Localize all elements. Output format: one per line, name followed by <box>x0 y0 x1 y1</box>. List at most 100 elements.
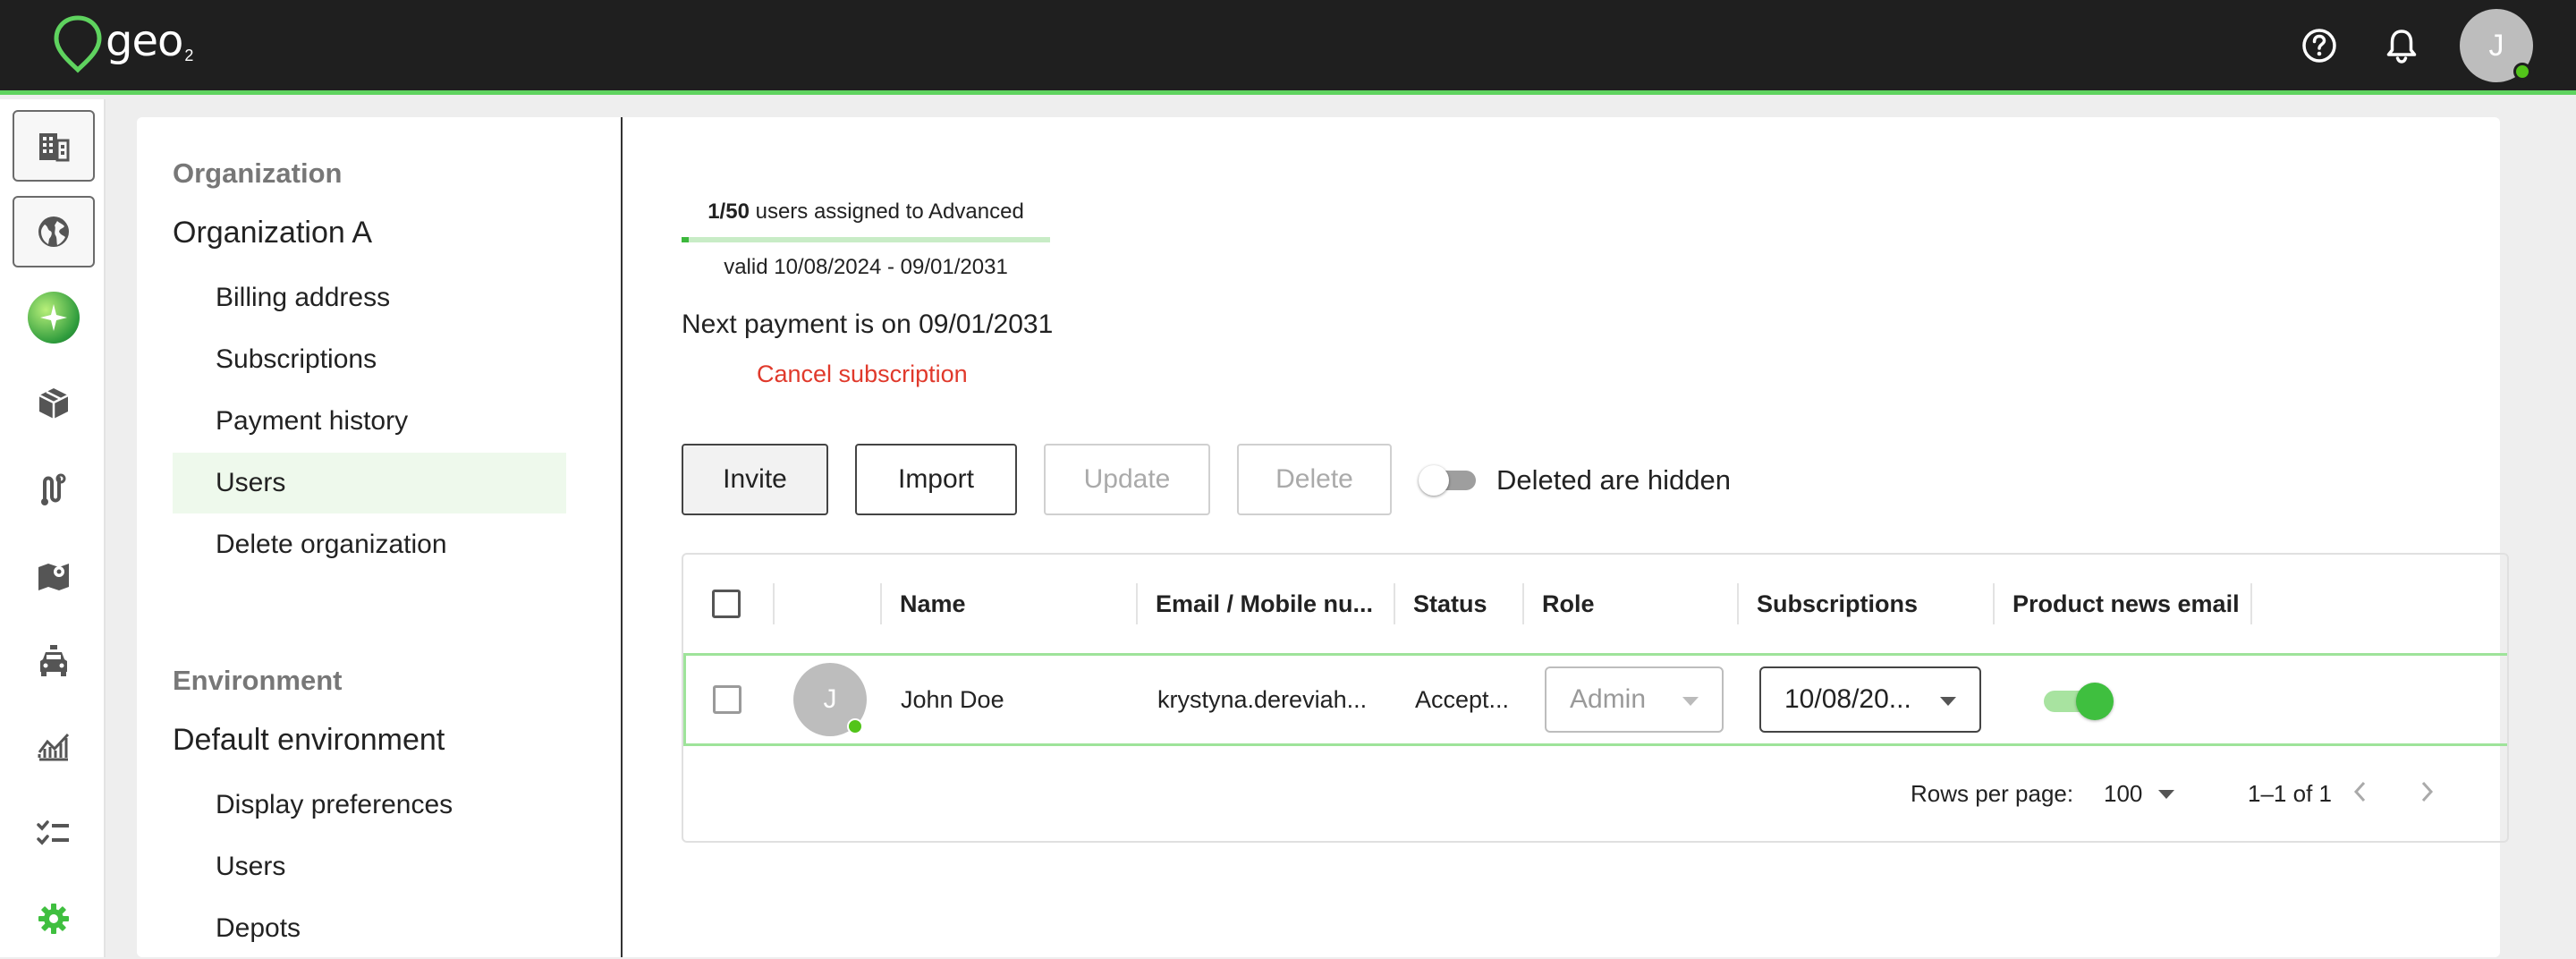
chevron-left-icon <box>2353 781 2366 802</box>
row-checkbox[interactable] <box>713 685 741 714</box>
column-role[interactable]: Role <box>1524 555 1595 653</box>
checklist-icon <box>37 820 69 845</box>
table-header: Name Email / Mobile nu... Status Role Su… <box>683 555 2507 653</box>
chevron-down-icon <box>1940 697 1956 706</box>
import-button[interactable]: Import <box>855 444 1017 515</box>
usage-progress-fill <box>682 237 690 242</box>
rail-map[interactable] <box>13 539 95 611</box>
subscription-select[interactable]: 10/08/20... <box>1759 666 1981 733</box>
subscription-cell: 10/08/20... <box>1759 656 1981 743</box>
location-pin-icon <box>54 15 102 73</box>
column-email[interactable]: Email / Mobile nu... <box>1138 555 1373 653</box>
rail-routes[interactable] <box>13 454 95 525</box>
environment-name: Default environment <box>173 723 445 757</box>
avatar-initial: J <box>2488 28 2504 63</box>
table-pagination: Rows per page: 100 1–1 of 1 <box>683 746 2507 844</box>
settings-panel: Organization Organization A Billing addr… <box>137 117 2509 957</box>
user-email: krystyna.dereviah... <box>1157 685 1368 713</box>
environment-heading: Environment <box>173 665 343 696</box>
sparkle-icon <box>28 292 80 344</box>
user-status: Accept... <box>1415 685 1510 713</box>
package-icon <box>38 388 69 419</box>
column-name[interactable]: Name <box>882 555 966 653</box>
product-news-toggle[interactable] <box>2044 682 2114 720</box>
subscription-value: 10/08/20... <box>1784 684 1911 714</box>
validity-period: valid 10/08/2024 - 09/01/2031 <box>724 255 1008 279</box>
user-avatar[interactable]: J <box>2460 9 2533 82</box>
avatar: J <box>793 663 867 736</box>
help-button[interactable] <box>2297 23 2342 68</box>
column-product-news-email[interactable]: Product news email <box>1995 555 2240 653</box>
building-icon <box>39 133 70 162</box>
users-table: Name Email / Mobile nu... Status Role Su… <box>682 553 2509 843</box>
nav-item-subscriptions[interactable]: Subscriptions <box>173 329 566 390</box>
usage-progress-bar <box>682 237 1050 242</box>
chevron-down-icon <box>1682 697 1699 706</box>
user-name: John Doe <box>901 685 1004 713</box>
deleted-hidden-toggle[interactable] <box>1419 465 1478 496</box>
chevron-down-icon <box>2158 789 2175 799</box>
toggle-knob <box>1419 465 1449 496</box>
left-rail <box>0 99 106 957</box>
role-cell: Admin <box>1545 656 1724 743</box>
chart-icon <box>38 733 70 761</box>
select-all-checkbox[interactable] <box>712 590 741 618</box>
rail-packages[interactable] <box>13 368 95 439</box>
nav-item-env-users[interactable]: Users <box>173 836 566 897</box>
next-payment-text: Next payment is on 09/01/2031 <box>682 310 1054 339</box>
delete-button[interactable]: Delete <box>1237 444 1392 515</box>
subscription-usage: 1/50 users assigned to Advanced valid 10… <box>682 199 1050 280</box>
next-page-button[interactable] <box>2413 777 2442 807</box>
select-all-cell <box>694 555 741 653</box>
nav-item-depots[interactable]: Depots <box>173 898 566 959</box>
nav-item-users[interactable]: Users <box>173 453 566 513</box>
previous-page-button[interactable] <box>2345 777 2374 807</box>
rail-environment[interactable] <box>13 196 95 267</box>
nav-item-billing-address[interactable]: Billing address <box>173 267 566 328</box>
cancel-subscription-link[interactable]: Cancel subscription <box>757 361 968 388</box>
rail-analytics[interactable] <box>13 711 95 783</box>
table-row[interactable]: J John Doe krystyna.dereviah... Accept..… <box>683 653 2507 746</box>
organization-heading: Organization <box>173 157 343 189</box>
route-icon <box>41 473 66 505</box>
rail-ai-assistant[interactable] <box>13 282 95 353</box>
nav-item-payment-history[interactable]: Payment history <box>173 391 566 452</box>
top-bar: geo 2 J <box>0 0 2576 95</box>
settings-nav: Organization Organization A Billing addr… <box>137 117 623 957</box>
rail-vehicles[interactable] <box>13 625 95 697</box>
bell-icon <box>2386 30 2417 64</box>
rows-per-page-select[interactable]: 100 <box>2104 780 2184 808</box>
deleted-hidden-label: Deleted are hidden <box>1496 464 1731 496</box>
column-divider <box>2250 583 2252 624</box>
rows-per-page-label: Rows per page: <box>1911 780 2074 807</box>
help-circle-icon <box>2302 29 2336 63</box>
column-subscriptions[interactable]: Subscriptions <box>1739 555 1918 653</box>
invite-button[interactable]: Invite <box>682 444 828 515</box>
pagination-range: 1–1 of 1 <box>2248 780 2332 807</box>
toggle-knob <box>2076 683 2114 720</box>
organization-name: Organization A <box>173 216 373 250</box>
nav-item-delete-organization[interactable]: Delete organization <box>173 514 566 575</box>
avatar-initial: J <box>823 684 837 714</box>
rows-per-page-value: 100 <box>2104 780 2143 807</box>
nav-item-display-preferences[interactable]: Display preferences <box>173 775 566 836</box>
role-select[interactable]: Admin <box>1545 666 1724 733</box>
notifications-button[interactable] <box>2379 23 2424 68</box>
app-logo[interactable]: geo 2 <box>52 14 193 73</box>
role-value: Admin <box>1570 684 1647 714</box>
assigned-users-text: 1/50 users assigned to Advanced <box>682 199 1050 237</box>
assigned-label: users assigned to Advanced <box>749 199 1024 224</box>
rail-organization[interactable] <box>13 110 95 182</box>
online-status-dot <box>847 718 863 734</box>
column-status[interactable]: Status <box>1395 555 1487 653</box>
car-icon <box>40 645 67 676</box>
rail-tasks[interactable] <box>13 797 95 869</box>
online-status-dot <box>2513 63 2531 81</box>
product-news-cell <box>2044 656 2114 743</box>
logo-text: geo <box>106 16 183 66</box>
chevron-right-icon <box>2421 781 2434 802</box>
logo-subscript: 2 <box>184 47 194 64</box>
update-button[interactable]: Update <box>1044 444 1210 515</box>
rail-settings[interactable] <box>13 883 95 955</box>
gear-icon <box>38 904 69 934</box>
